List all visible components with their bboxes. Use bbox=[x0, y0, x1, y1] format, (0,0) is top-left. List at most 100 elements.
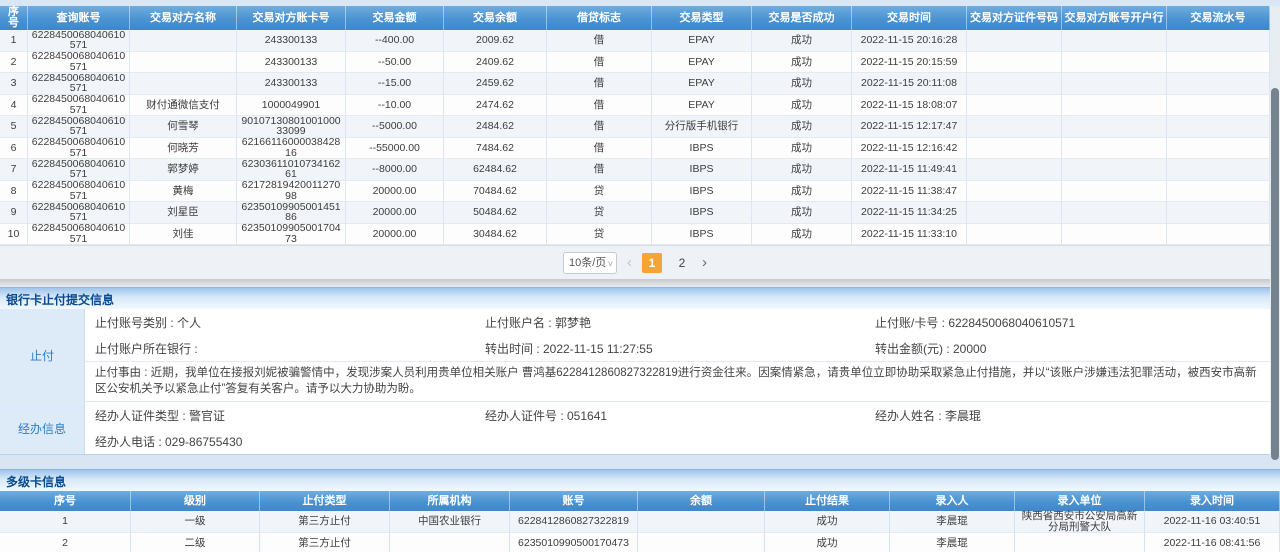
transactions-table: 序号 查询账号 交易对方名称 交易对方账卡号 交易金额 交易余额 借贷标志 交易… bbox=[0, 6, 1270, 245]
cell: 2009.62 bbox=[444, 30, 547, 52]
cell: 二级 bbox=[131, 533, 260, 552]
cell bbox=[130, 52, 237, 74]
stop-payment-section-title: 银行卡止付提交信息 bbox=[0, 287, 1280, 309]
cell: 10 bbox=[0, 224, 28, 246]
cell bbox=[1062, 73, 1167, 95]
cell bbox=[967, 30, 1062, 52]
cell: 6228412860827322819 bbox=[510, 511, 638, 533]
stop-payment-panel: 止付 止付账号类别 : 个人 止付账户名 : 郭梦艳 止付账/卡号 : 6228… bbox=[0, 309, 1280, 455]
cell: 6228450068040610571 bbox=[28, 181, 130, 203]
cell: 第三方止付 bbox=[260, 533, 390, 552]
column-header-type: 交易类型 bbox=[652, 6, 752, 30]
cell: EPAY bbox=[652, 95, 752, 117]
cell bbox=[1167, 138, 1270, 160]
table-row[interactable]: 7 6228450068040610571 郭梦婷 62303611010734… bbox=[0, 159, 1270, 181]
cell bbox=[967, 52, 1062, 74]
cell: 6235010990500145186 bbox=[237, 202, 346, 224]
cell: 借 bbox=[547, 52, 652, 74]
cell: 李晨琨 bbox=[890, 511, 1015, 533]
cell bbox=[130, 30, 237, 52]
cell: 20000.00 bbox=[346, 224, 444, 246]
cell: EPAY bbox=[652, 30, 752, 52]
column-header-stop-type: 止付类型 bbox=[260, 491, 390, 511]
cell: 3 bbox=[0, 73, 28, 95]
column-header-debit-credit: 借贷标志 bbox=[547, 6, 652, 30]
cell: IBPS bbox=[652, 224, 752, 246]
cell: --10.00 bbox=[346, 95, 444, 117]
cell: 借 bbox=[547, 116, 652, 138]
table-row[interactable]: 1 6228450068040610571 243300133 --400.00… bbox=[0, 30, 1270, 52]
table-row[interactable]: 3 6228450068040610571 243300133 --15.00 … bbox=[0, 73, 1270, 95]
cell: --15.00 bbox=[346, 73, 444, 95]
cell: 成功 bbox=[752, 138, 852, 160]
cell: 分行版手机银行 bbox=[652, 116, 752, 138]
cell: 6228450068040610571 bbox=[28, 52, 130, 74]
cell: 2022-11-15 11:49:41 bbox=[852, 159, 967, 181]
cell: 郭梦婷 bbox=[130, 159, 237, 181]
cell bbox=[1167, 30, 1270, 52]
next-page-button[interactable]: › bbox=[702, 253, 707, 273]
field-card-number: 止付账/卡号 : 6228450068040610571 bbox=[865, 314, 1280, 331]
table-row[interactable]: 9 6228450068040610571 刘星臣 62350109905001… bbox=[0, 202, 1270, 224]
stop-payment-group: 止付 止付账号类别 : 个人 止付账户名 : 郭梦艳 止付账/卡号 : 6228… bbox=[0, 309, 1280, 401]
column-header-balance: 余额 bbox=[638, 491, 765, 511]
cell: 243300133 bbox=[237, 52, 346, 74]
cell: 成功 bbox=[752, 159, 852, 181]
field-stop-reason: 止付事由 : 近期，我单位在接报刘妮被骗警情中，发现涉案人员利用贵单位相关账户 … bbox=[85, 361, 1280, 401]
group-label-officer: 经办信息 bbox=[0, 402, 85, 454]
cell: 6235010990500170473 bbox=[237, 224, 346, 246]
column-header-entered-by: 录入人 bbox=[890, 491, 1015, 511]
cell bbox=[390, 533, 510, 552]
cell: 黄梅 bbox=[130, 181, 237, 203]
cell bbox=[967, 116, 1062, 138]
table-row[interactable]: 4 6228450068040610571 财付通微信支付 1000049901… bbox=[0, 95, 1270, 117]
cell bbox=[967, 138, 1062, 160]
page-button-2[interactable]: 2 bbox=[672, 253, 692, 273]
cell bbox=[1167, 95, 1270, 117]
page-button-1[interactable]: 1 bbox=[642, 253, 662, 273]
vertical-scrollbar-thumb[interactable] bbox=[1271, 88, 1279, 460]
column-header-success: 交易是否成功 bbox=[752, 6, 852, 30]
column-header-query-account: 查询账号 bbox=[28, 6, 130, 30]
cell: 6228450068040610571 bbox=[28, 30, 130, 52]
cell: 陕西省西安市公安局高新分局刑警大队 bbox=[1015, 511, 1145, 533]
table-row[interactable]: 6 6228450068040610571 何晓芳 62166116000038… bbox=[0, 138, 1270, 160]
cell bbox=[1062, 181, 1167, 203]
cell: 243300133 bbox=[237, 73, 346, 95]
pagination-bar: 10条/页˅ ‹ 1 2 › bbox=[0, 245, 1270, 279]
table-row[interactable]: 2 二级 第三方止付 6235010990500170473 成功 李晨琨 20… bbox=[0, 533, 1280, 552]
cell: 借 bbox=[547, 73, 652, 95]
multi-card-header-row: 序号 级别 止付类型 所属机构 账号 余额 止付结果 录入人 录入单位 录入时间 bbox=[0, 491, 1280, 511]
cell: 5 bbox=[0, 116, 28, 138]
cell: 借 bbox=[547, 95, 652, 117]
cell bbox=[967, 202, 1062, 224]
cell: --50.00 bbox=[346, 52, 444, 74]
table-row[interactable]: 5 6228450068040610571 何雪琴 90107130801001… bbox=[0, 116, 1270, 138]
cell: 6228450068040610571 bbox=[28, 202, 130, 224]
cell bbox=[1062, 224, 1167, 246]
cell: EPAY bbox=[652, 73, 752, 95]
cell bbox=[1062, 95, 1167, 117]
prev-page-button[interactable]: ‹ bbox=[627, 253, 632, 273]
cell: 6 bbox=[0, 138, 28, 160]
cell: 62484.62 bbox=[444, 159, 547, 181]
table-row[interactable]: 8 6228450068040610571 黄梅 621728194200112… bbox=[0, 181, 1270, 203]
column-header-opening-bank: 交易对方账号开户行 bbox=[1062, 6, 1167, 30]
column-header-seq: 序号 bbox=[0, 491, 131, 511]
cell: 2 bbox=[0, 533, 131, 552]
cell: 6216611600003842816 bbox=[237, 138, 346, 160]
cell: 6235010990500170473 bbox=[510, 533, 638, 552]
field-bank: 止付账户所在银行 : bbox=[85, 340, 475, 357]
cell bbox=[130, 73, 237, 95]
cell bbox=[967, 73, 1062, 95]
page-size-select[interactable]: 10条/页˅ bbox=[563, 252, 617, 274]
column-header-account: 账号 bbox=[510, 491, 638, 511]
table-row[interactable]: 1 一级 第三方止付 中国农业银行 6228412860827322819 成功… bbox=[0, 511, 1280, 533]
cell: IBPS bbox=[652, 159, 752, 181]
cell: IBPS bbox=[652, 138, 752, 160]
table-row[interactable]: 2 6228450068040610571 243300133 --50.00 … bbox=[0, 52, 1270, 74]
table-row[interactable]: 10 6228450068040610571 刘佳 62350109905001… bbox=[0, 224, 1270, 246]
cell bbox=[1062, 159, 1167, 181]
cell: 20000.00 bbox=[346, 181, 444, 203]
column-header-entry-unit: 录入单位 bbox=[1015, 491, 1145, 511]
